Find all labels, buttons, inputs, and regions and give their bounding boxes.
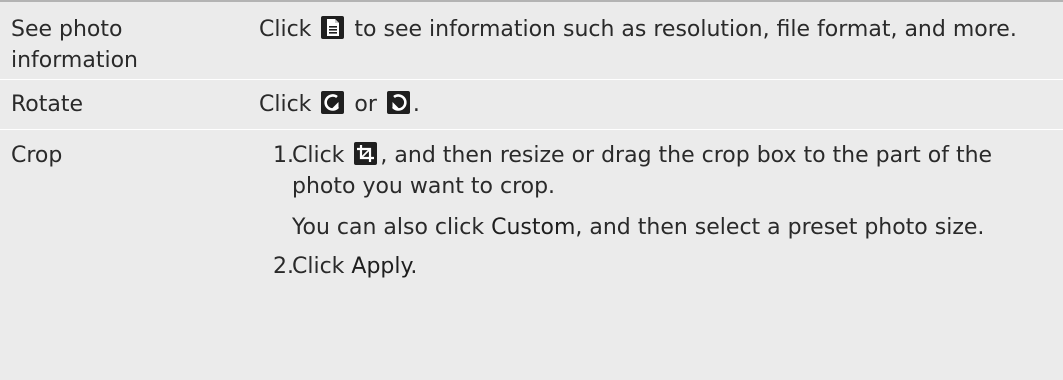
photo-actions-table: See photo information Click to see infor… [0,0,1063,380]
step-body: Click , and then resize or drag the crop… [292,140,1033,243]
action-cell: Crop [11,143,63,168]
step-note-part: , and then select a preset photo size. [575,215,985,240]
step-text-part: Click [292,143,352,168]
description-text: Click [259,92,319,117]
step-note: You can also click Custom, and then sele… [292,212,1033,243]
action-cell: Rotate [11,92,84,117]
step-number: 2. [273,254,294,279]
step-text: Click Apply. [292,251,1033,282]
description-text: . [412,92,420,117]
step-text-part: . [410,254,418,279]
step-number: 1. [273,143,294,168]
crop-icon [354,142,378,165]
step-body: Click Apply. [292,251,1033,282]
crop-step-2: 2. Click Apply. [273,251,1033,282]
document-details-icon [321,16,345,39]
apply-option-label: Apply [351,254,411,279]
step-text-part: , and then resize or drag the crop box t… [292,143,993,199]
table-row: See photo information Click to see infor… [0,2,1063,80]
step-text: Click , and then resize or drag the crop… [292,140,1033,202]
description-text: to see information such as resolution, f… [347,17,1017,42]
action-cell: See photo information [11,17,138,73]
step-text-part: Click [292,254,352,279]
description-cell: 1. Click , and then resize or drag the c… [241,140,1063,380]
description-text: Click [259,17,319,42]
step-note-part: You can also click [292,215,492,240]
description-cell: Click or . [241,89,1063,129]
custom-option-label: Custom [491,215,576,240]
table-row: Rotate Click or . [0,80,1063,130]
description-cell: Click to see information such as resolut… [241,14,1063,79]
description-text: or [347,92,384,117]
table-row: Crop 1. Click , and then resize or drag … [0,130,1063,380]
crop-step-1: 1. Click , and then resize or drag the c… [273,140,1033,243]
rotate-left-icon [321,91,345,114]
rotate-right-icon [386,91,410,114]
